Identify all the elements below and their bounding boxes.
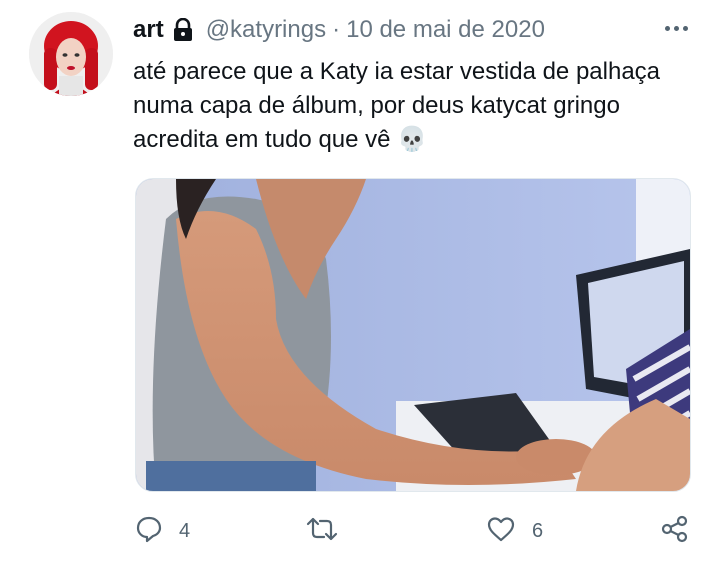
avatar[interactable]	[29, 12, 113, 96]
like-count: 6	[532, 519, 544, 542]
retweet-icon	[304, 515, 340, 548]
tweet-text-line: até parece que a Katy ia estar vestida d…	[133, 58, 661, 85]
separator-dot: ·	[332, 16, 341, 43]
share-button[interactable]	[660, 513, 690, 549]
heart-icon	[486, 515, 516, 548]
like-button[interactable]: 6	[486, 513, 543, 549]
tweet-action-bar: 4 6	[0, 513, 720, 549]
avatar-image	[29, 12, 113, 96]
tweet-media-photo[interactable]	[135, 178, 691, 492]
tweet-header: art @katyrings · 10 de mai de 2020	[133, 14, 545, 46]
reply-button[interactable]: 4	[135, 513, 190, 549]
retweet-button[interactable]	[304, 513, 340, 549]
display-name[interactable]: art	[133, 16, 164, 44]
photo-image	[136, 179, 690, 491]
lock-icon	[172, 18, 194, 42]
more-options-icon[interactable]	[660, 14, 692, 42]
reply-icon	[135, 515, 163, 548]
tweet-text-line: numa capa de álbum, por deus katycat gri…	[133, 92, 620, 119]
share-icon	[660, 514, 690, 549]
tweet-text-line: acredita em tudo que vê 💀	[133, 126, 428, 153]
user-handle[interactable]: @katyrings	[206, 16, 326, 44]
tweet-date[interactable]: 10 de mai de 2020	[346, 16, 545, 44]
reply-count: 4	[179, 519, 191, 542]
tweet-text: até parece que a Katy ia estar vestida d…	[133, 55, 693, 157]
